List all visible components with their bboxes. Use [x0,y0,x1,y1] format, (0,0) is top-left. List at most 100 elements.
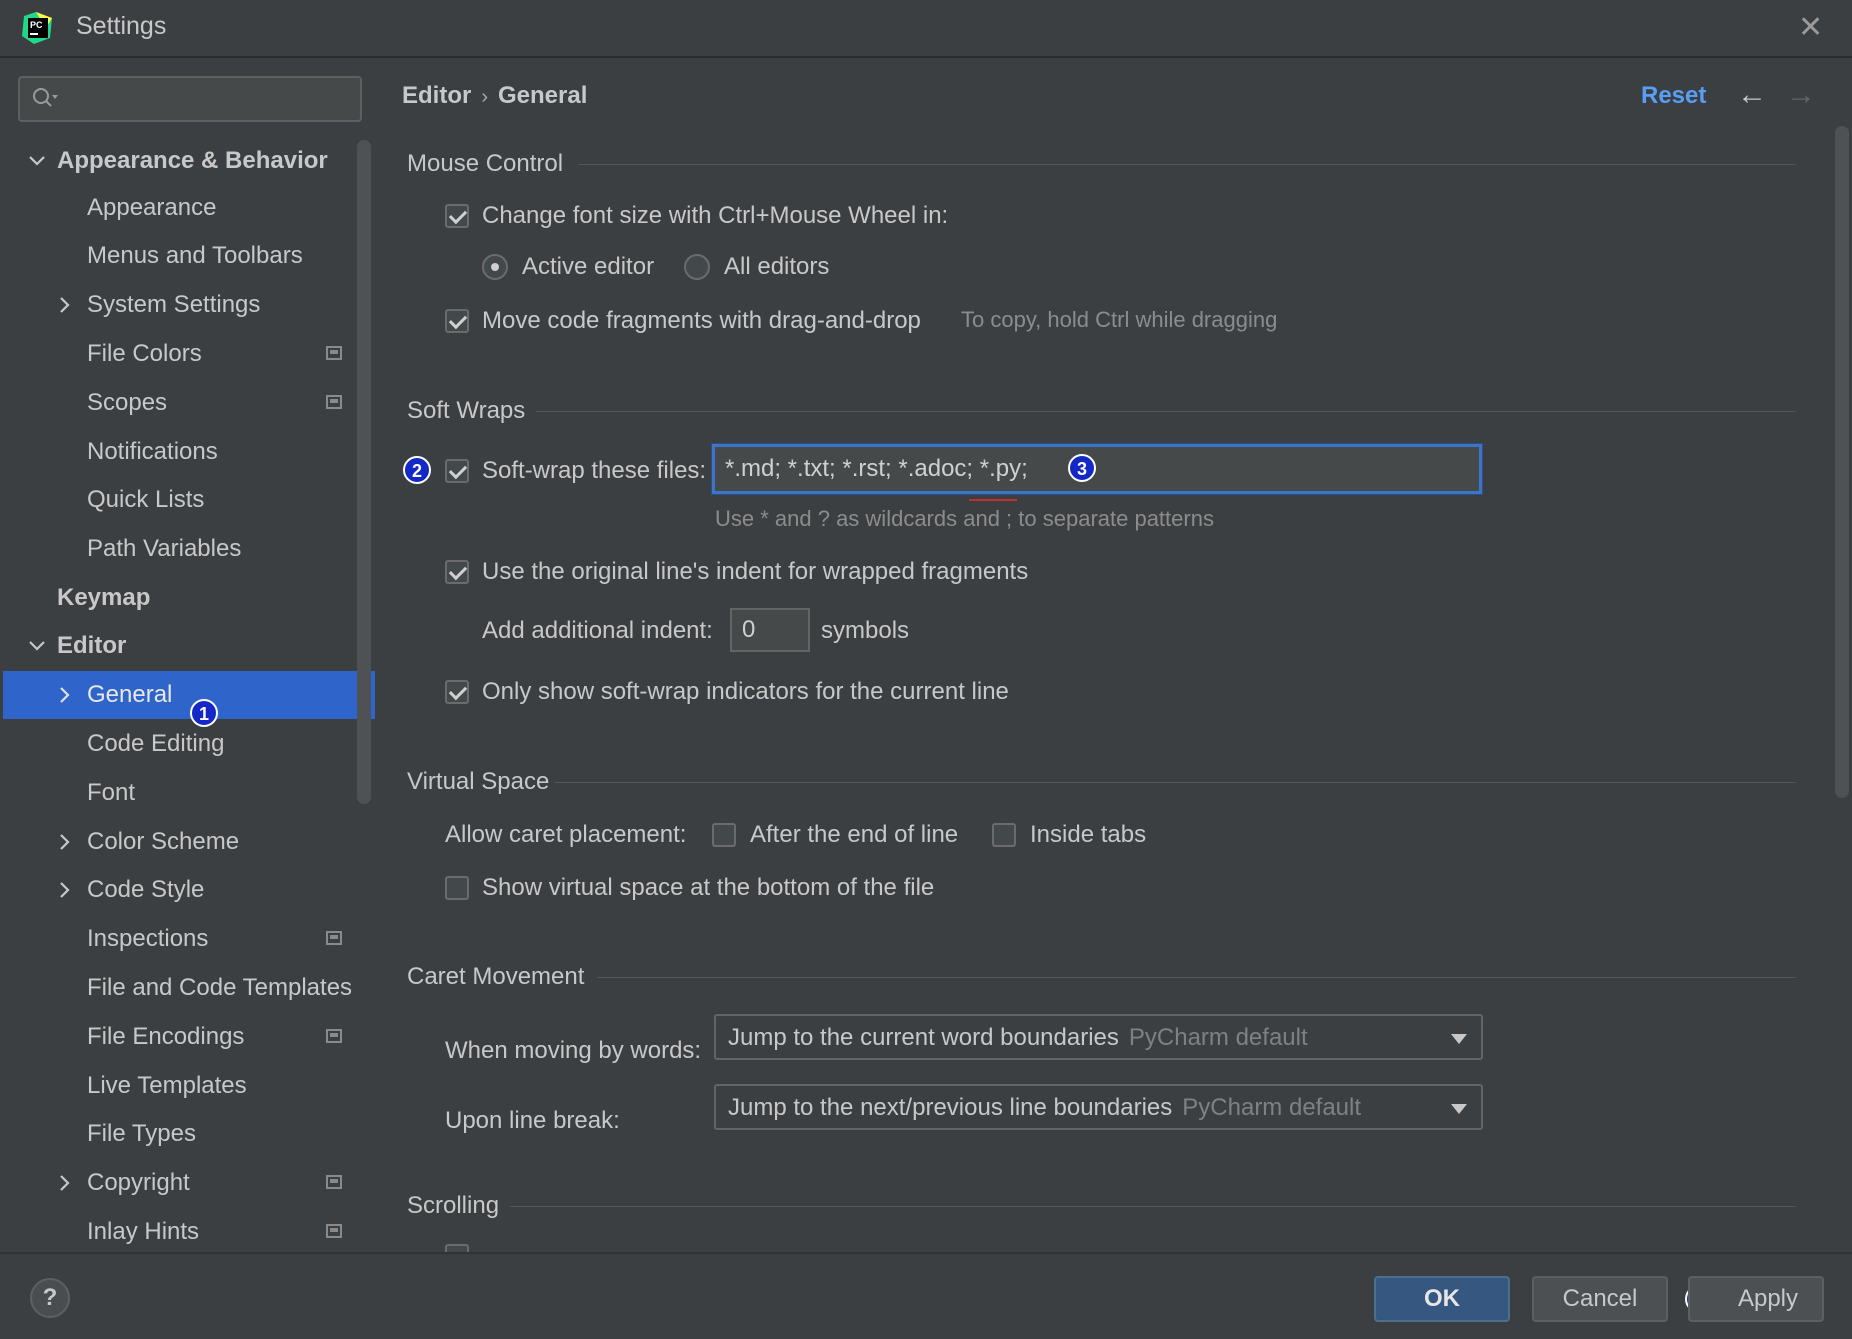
section-divider [555,782,1796,783]
breadcrumb: Editor › General [402,82,587,110]
drag-drop-label[interactable]: Move code fragments with drag-and-drop [482,307,921,335]
wrap-indicators-label[interactable]: Only show soft-wrap indicators for the c… [482,678,1009,706]
tree-file-types[interactable]: File Types [0,1110,375,1158]
forward-arrow-icon[interactable]: → [1786,78,1816,112]
dropdown-arrow-icon [1451,1104,1467,1114]
tree-keymap[interactable]: Keymap [0,574,375,622]
tree-copyright[interactable]: Copyright [0,1159,375,1207]
section-title-virtual-space: Virtual Space [407,768,550,795]
step-badge-2: 2 [403,456,431,484]
tree-quick-lists[interactable]: Quick Lists [0,476,375,524]
project-scope-icon [326,1029,342,1043]
tree-notifications[interactable]: Notifications [0,428,375,476]
after-end-of-line-checkbox[interactable] [712,823,736,847]
project-scope-icon [326,931,342,945]
virtual-space-bottom-label[interactable]: Show virtual space at the bottom of the … [482,874,934,902]
tree-live-templates[interactable]: Live Templates [0,1062,375,1110]
spellcheck-underline [969,499,1017,501]
tree-color-scheme[interactable]: Color Scheme [0,818,375,866]
close-icon[interactable]: ✕ [1798,10,1823,45]
inside-tabs-label[interactable]: Inside tabs [1030,821,1146,849]
settings-sidebar: Appearance & Behavior Appearance Menus a… [0,58,375,1252]
wrap-indicators-checkbox[interactable] [445,680,469,704]
radio-active-editor-label[interactable]: Active editor [522,253,654,281]
tree-file-colors[interactable]: File Colors [0,330,375,378]
back-arrow-icon[interactable]: ← [1737,78,1767,112]
tree-file-code-templates[interactable]: File and Code Templates [0,964,375,1012]
settings-search-box[interactable] [18,76,362,122]
section-divider [597,977,1796,978]
svg-text:PC: PC [30,20,43,30]
soft-wrap-files-input[interactable] [712,444,1482,494]
chevron-right-icon [60,1175,70,1191]
radio-all-editors[interactable] [684,254,710,280]
step-badge-3: 3 [1068,454,1096,482]
chevron-right-icon [60,687,70,703]
tree-general[interactable]: General 1 [3,671,375,727]
virtual-space-bottom-checkbox[interactable] [445,876,469,900]
settings-search-input[interactable] [70,82,354,114]
title-bar: PC Settings ✕ [0,0,1852,58]
tree-appearance-behavior[interactable]: Appearance & Behavior [0,137,375,185]
tree-editor[interactable]: Editor [0,622,375,670]
moving-by-words-combo[interactable]: Jump to the current word boundaries PyCha… [714,1014,1483,1060]
tree-appearance[interactable]: Appearance [0,184,375,232]
section-title-soft-wraps: Soft Wraps [407,397,526,424]
moving-by-words-value: Jump to the current word boundaries [728,1024,1119,1051]
help-button[interactable]: ? [30,1278,70,1318]
ok-button[interactable]: OK [1374,1276,1510,1322]
original-indent-label[interactable]: Use the original line's indent for wrapp… [482,558,1028,586]
breadcrumb-parent[interactable]: Editor [402,82,471,109]
dialog-button-bar: ? OK Cancel 4 Apply [0,1252,1852,1339]
ctrl-wheel-checkbox[interactable] [445,204,469,228]
tree-code-editing[interactable]: Code Editing [0,720,375,768]
chevron-down-icon [29,156,45,166]
soft-wrap-files-label[interactable]: Soft-wrap these files: [482,457,706,485]
tree-scopes[interactable]: Scopes [0,379,375,427]
tree-inlay-hints[interactable]: Inlay Hints [0,1208,375,1252]
drag-drop-hint: To copy, hold Ctrl while dragging [961,307,1278,332]
scrolling-first-checkbox[interactable] [445,1244,469,1252]
project-scope-icon [326,395,342,409]
project-scope-icon [326,346,342,360]
radio-active-editor[interactable] [482,254,508,280]
soft-wrap-files-checkbox[interactable] [445,459,469,483]
radio-all-editors-label[interactable]: All editors [724,253,829,281]
additional-indent-suffix: symbols [821,617,910,644]
drag-drop-checkbox[interactable] [445,309,469,333]
additional-indent-input[interactable] [730,608,810,652]
pycharm-logo-icon: PC [22,12,52,44]
dropdown-arrow-icon [1451,1034,1467,1044]
after-end-of-line-label[interactable]: After the end of line [750,821,958,849]
breadcrumb-current: General [498,82,588,109]
section-divider [578,164,1796,165]
line-break-combo[interactable]: Jump to the next/previous line boundarie… [714,1084,1483,1130]
project-scope-icon [326,1175,342,1189]
sidebar-scrollbar[interactable] [357,140,371,804]
line-break-value: Jump to the next/previous line boundarie… [728,1094,1173,1121]
tree-code-style[interactable]: Code Style [0,866,375,914]
section-divider [536,411,1796,412]
chevron-right-icon: › [481,86,488,108]
ctrl-wheel-label[interactable]: Change font size with Ctrl+Mouse Wheel i… [482,202,948,230]
original-indent-checkbox[interactable] [445,560,469,584]
tree-system-settings[interactable]: System Settings [0,281,375,329]
line-break-label: Upon line break: [445,1107,620,1134]
tree-path-variables[interactable]: Path Variables [0,525,375,573]
apply-button[interactable]: Apply [1688,1276,1824,1322]
caret-placement-label: Allow caret placement: [445,821,687,848]
tree-menus-toolbars[interactable]: Menus and Toolbars [0,232,375,280]
additional-indent-label: Add additional indent: [482,617,713,644]
section-title-caret-movement: Caret Movement [407,963,585,990]
tree-inspections[interactable]: Inspections [0,915,375,963]
inside-tabs-checkbox[interactable] [992,823,1016,847]
chevron-right-icon [60,882,70,898]
moving-by-words-note: PyCharm default [1128,1024,1308,1051]
section-title-mouse-control: Mouse Control [407,150,564,177]
tree-file-encodings[interactable]: File Encodings [0,1013,375,1061]
cancel-button[interactable]: Cancel [1532,1276,1668,1322]
reset-link[interactable]: Reset [1641,82,1706,110]
search-icon [33,88,58,107]
tree-font[interactable]: Font [0,769,375,817]
content-scrollbar[interactable] [1835,126,1849,798]
